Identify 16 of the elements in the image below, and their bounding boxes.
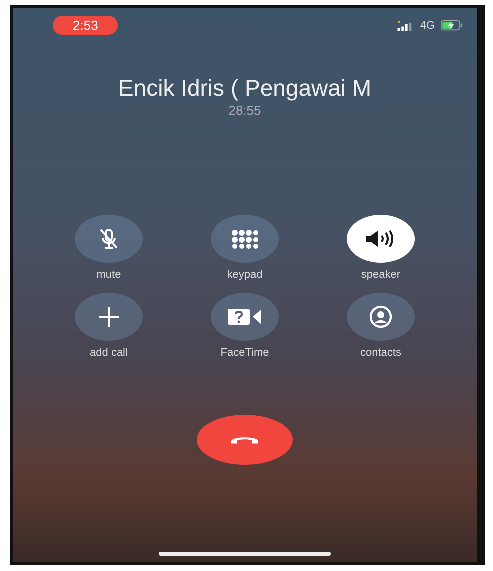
call-time-pill[interactable]: 2:53: [53, 16, 118, 35]
battery-charging-icon: [441, 20, 463, 31]
control-label: speaker: [361, 269, 401, 281]
person-circle-icon: [369, 305, 393, 329]
control-label: FaceTime: [220, 347, 270, 359]
caller-name: Encik Idris ( Pengawai M: [118, 75, 372, 102]
plus-icon: [98, 306, 120, 328]
control-label: keypad: [227, 269, 263, 281]
signal-icon: [397, 20, 414, 32]
control-label: add call: [90, 347, 128, 359]
call-duration: 28:55: [228, 103, 262, 118]
network-label: 4G: [420, 20, 435, 32]
keypad-icon: [231, 229, 259, 249]
control-label: contacts: [360, 347, 402, 359]
video-camera-icon: [228, 308, 262, 326]
control-label: mute: [96, 269, 122, 281]
